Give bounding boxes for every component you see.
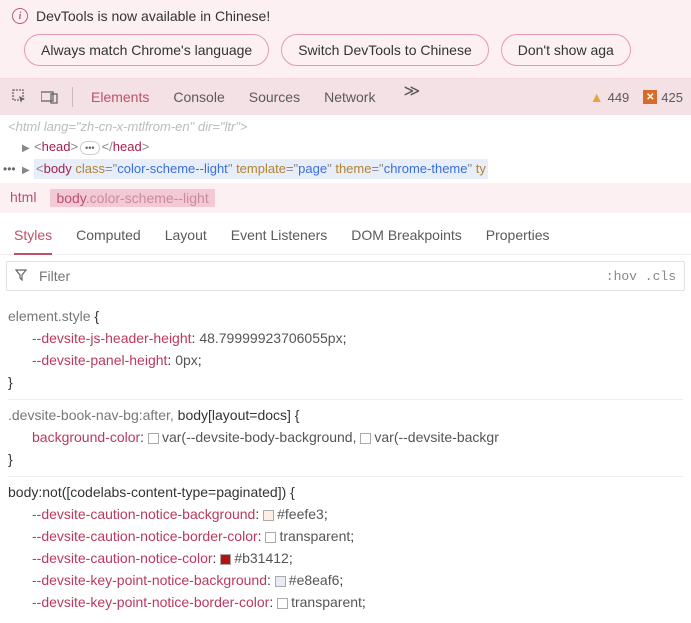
rule-element-style[interactable]: element.style { --devsite-js-header-heig… (8, 301, 683, 400)
color-swatch[interactable] (263, 510, 274, 521)
tab-sources[interactable]: Sources (249, 81, 300, 113)
expand-icon[interactable]: ▶ (22, 161, 34, 181)
tab-elements[interactable]: Elements (91, 81, 149, 113)
filter-bar: :hov .cls (6, 261, 685, 291)
crumb-body[interactable]: body.color-scheme--light (50, 189, 214, 207)
crumb-html[interactable]: html (10, 189, 36, 207)
tab-network[interactable]: Network (324, 81, 375, 113)
inspect-icon[interactable] (8, 85, 32, 109)
styles-tabs: Styles Computed Layout Event Listeners D… (0, 213, 691, 255)
breadcrumb: html body.color-scheme--light (0, 183, 691, 213)
error-icon[interactable]: ✕ (643, 90, 657, 104)
switch-devtools-button[interactable]: Switch DevTools to Chinese (281, 34, 489, 66)
always-match-button[interactable]: Always match Chrome's language (24, 34, 269, 66)
tab-console[interactable]: Console (173, 81, 224, 113)
warning-count: 449 (608, 90, 630, 105)
rule-body-not[interactable]: body:not([codelabs-content-type=paginate… (8, 477, 683, 619)
subtab-dom-breakpoints[interactable]: DOM Breakpoints (351, 221, 461, 254)
color-swatch[interactable] (265, 532, 276, 543)
dom-line-body[interactable]: ••• ▶<body class="color-scheme--light" t… (8, 159, 683, 181)
color-swatch[interactable] (275, 576, 286, 587)
ellipsis-icon[interactable]: ••• (80, 141, 99, 155)
expand-icon[interactable]: ▶ (22, 139, 34, 159)
dom-line-head[interactable]: ▶<head>•••</head> (8, 137, 683, 159)
subtab-layout[interactable]: Layout (165, 221, 207, 254)
overflow-icon: ••• (0, 159, 19, 179)
more-tabs-icon[interactable]: ≫ (399, 81, 424, 113)
subtab-event-listeners[interactable]: Event Listeners (231, 221, 328, 254)
error-count: 425 (661, 90, 683, 105)
dom-tree[interactable]: <html lang="zh-cn-x-mtlfrom-en" dir="ltr… (0, 115, 691, 183)
color-swatch[interactable] (277, 598, 288, 609)
filter-input[interactable] (35, 262, 606, 290)
warning-icon[interactable]: ▲ (590, 89, 604, 105)
info-icon: i (12, 8, 28, 24)
styles-pane: element.style { --devsite-js-header-heig… (0, 297, 691, 623)
color-swatch[interactable] (360, 433, 371, 444)
color-swatch[interactable] (220, 554, 231, 565)
language-banner: i DevTools is now available in Chinese! … (0, 0, 691, 79)
dont-show-again-button[interactable]: Don't show aga (501, 34, 631, 66)
filter-toggles[interactable]: :hov .cls (606, 269, 684, 284)
device-toggle-icon[interactable] (38, 85, 62, 109)
filter-icon[interactable] (7, 265, 35, 288)
rule-devsite-nav[interactable]: .devsite-book-nav-bg:after, body[layout=… (8, 400, 683, 477)
subtab-styles[interactable]: Styles (14, 221, 52, 255)
banner-message: DevTools is now available in Chinese! (36, 8, 270, 24)
color-swatch[interactable] (148, 433, 159, 444)
subtab-properties[interactable]: Properties (486, 221, 550, 254)
separator (72, 87, 73, 107)
subtab-computed[interactable]: Computed (76, 221, 141, 254)
main-toolbar: Elements Console Sources Network ≫ ▲ 449… (0, 79, 691, 115)
dom-line-html[interactable]: <html lang="zh-cn-x-mtlfrom-en" dir="ltr… (8, 117, 683, 137)
